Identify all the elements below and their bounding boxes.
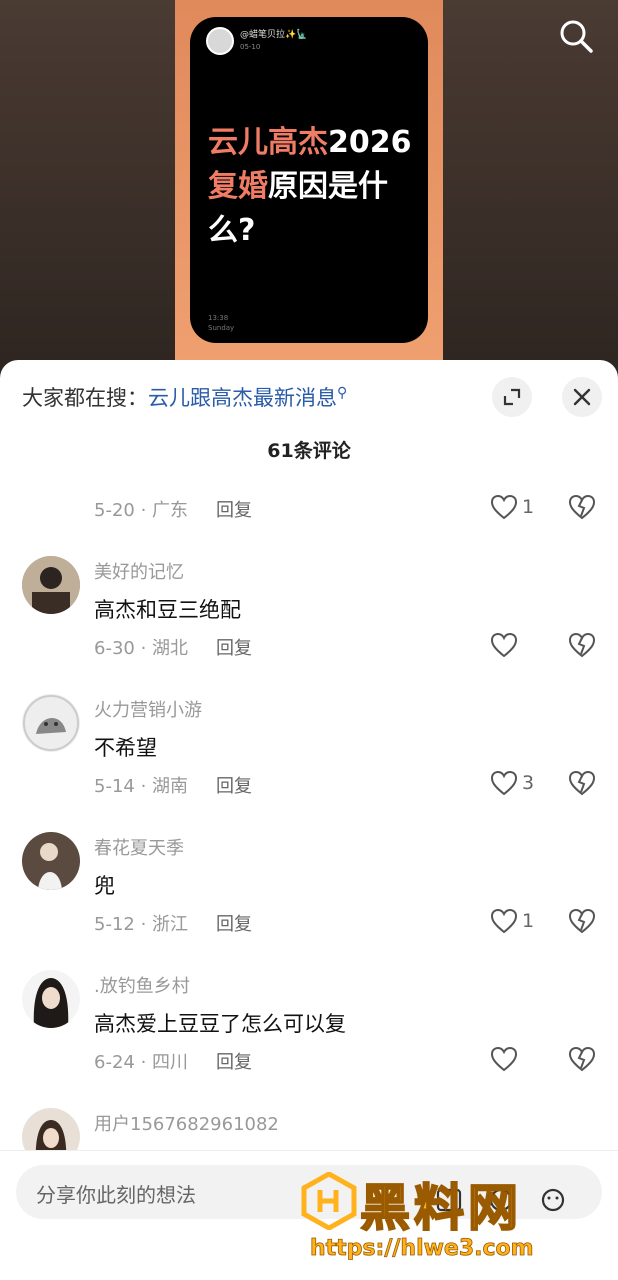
comment-username[interactable]: 火力营销小游	[94, 696, 202, 722]
heart-icon	[490, 1046, 518, 1072]
comment-meta: 5-12 · 浙江 回复	[94, 910, 252, 936]
comment-text: 兜	[94, 874, 115, 898]
watermark-url: https://hlwe3.com	[310, 1236, 534, 1262]
search-small-icon: ⚲	[337, 385, 348, 401]
close-icon	[573, 388, 591, 406]
expand-icon	[503, 388, 521, 406]
comment-date-location: 6-24 · 四川	[94, 1052, 189, 1073]
card-time: 13:38 Sunday	[208, 313, 234, 333]
comment-date-location: 5-12 · 浙江	[94, 914, 189, 935]
reply-button[interactable]: 回复	[216, 1052, 252, 1073]
card-avatar	[206, 27, 234, 55]
comment-date-location: 5-20 · 广东	[94, 500, 189, 521]
dislike-icon[interactable]	[568, 632, 596, 658]
card-headline: 云儿高杰2026 复婚原因是什么?	[208, 121, 418, 253]
comment-meta: 5-20 · 广东 回复	[94, 496, 252, 522]
comment-text: 不希望	[94, 736, 157, 760]
comment-text: 高杰爱上豆豆了怎么可以复	[94, 1012, 346, 1036]
like-count: 1	[522, 910, 535, 932]
comment-meta: 5-14 · 湖南 回复	[94, 772, 252, 798]
like-count: 1	[522, 496, 535, 518]
dislike-icon[interactable]	[568, 908, 596, 934]
expand-button[interactable]	[492, 377, 532, 417]
heart-icon	[490, 770, 518, 796]
comment-username[interactable]: 春花夏天季	[94, 834, 184, 860]
comment-meta: 6-24 · 四川 回复	[94, 1048, 252, 1074]
card-day: Sunday	[208, 324, 235, 332]
reply-button[interactable]: 回复	[216, 776, 252, 797]
comment-username[interactable]: .放钓鱼乡村	[94, 972, 190, 998]
comment-date-location: 6-30 · 湖北	[94, 638, 189, 659]
like-button[interactable]: 1	[490, 494, 534, 520]
comment-count: 61条评论	[267, 440, 351, 462]
reply-button[interactable]: 回复	[216, 500, 252, 521]
like-button[interactable]	[490, 1046, 522, 1072]
comment-sheet: 大家都在搜：云儿跟高杰最新消息⚲ 61条评论 5-20 · 广东 回复 1 美好的…	[0, 360, 618, 1280]
avatar[interactable]	[22, 556, 80, 614]
search-icon[interactable]	[558, 18, 594, 54]
dislike-icon[interactable]	[568, 770, 596, 796]
video-player[interactable]: @蜡笔贝拉✨🗽 05-10 云儿高杰2026 复婚原因是什么? 13:38 Sund…	[0, 0, 618, 380]
headline-highlight-2: 复婚	[208, 169, 268, 204]
suggestion-keyword[interactable]: 云儿跟高杰最新消息	[148, 386, 337, 410]
heart-icon	[490, 632, 518, 658]
close-button[interactable]	[562, 377, 602, 417]
like-button[interactable]: 3	[490, 770, 534, 796]
comment-text: 高杰和豆三绝配	[94, 598, 241, 622]
comment-input-placeholder: 分享你此刻的想法	[36, 1183, 196, 1207]
suggestion-prefix: 大家都在搜：	[22, 386, 148, 410]
heart-icon	[490, 494, 518, 520]
comment-date-location: 5-14 · 湖南	[94, 776, 189, 797]
card-time-value: 13:38	[208, 314, 229, 322]
avatar[interactable]	[22, 694, 80, 752]
watermark: 黑料网 https://hlwe3.com	[300, 1168, 610, 1278]
watermark-title: 黑料网	[359, 1178, 522, 1238]
dislike-icon[interactable]	[568, 494, 596, 520]
heart-icon	[490, 908, 518, 934]
card-username: @蜡笔贝拉✨🗽	[240, 30, 308, 40]
like-count: 3	[522, 772, 535, 794]
card-date: 05-10	[240, 43, 261, 51]
reply-button[interactable]: 回复	[216, 914, 252, 935]
search-suggestion[interactable]: 大家都在搜：云儿跟高杰最新消息⚲	[22, 382, 347, 412]
comment-meta: 6-30 · 湖北 回复	[94, 634, 252, 660]
reply-button[interactable]: 回复	[216, 638, 252, 659]
video-card: @蜡笔贝拉✨🗽 05-10 云儿高杰2026 复婚原因是什么? 13:38 Sund…	[190, 17, 428, 343]
headline-highlight-1: 云儿高杰	[208, 125, 328, 160]
avatar[interactable]	[22, 832, 80, 890]
headline-part-1: 2026	[328, 125, 412, 160]
comment-username[interactable]: 美好的记忆	[94, 558, 184, 584]
comment-username[interactable]: 用户1567682961082	[94, 1110, 279, 1136]
avatar[interactable]	[22, 970, 80, 1028]
like-button[interactable]	[490, 632, 522, 658]
like-button[interactable]: 1	[490, 908, 534, 934]
watermark-logo	[301, 1172, 357, 1230]
dislike-icon[interactable]	[568, 1046, 596, 1072]
